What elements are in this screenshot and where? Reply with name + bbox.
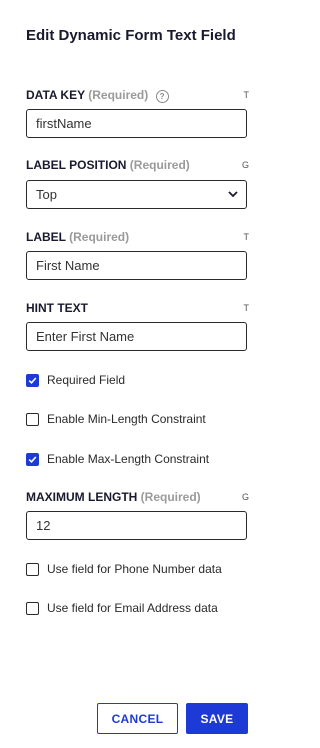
type-tag: T <box>243 232 250 242</box>
required-marker: (Required) <box>140 490 201 504</box>
max-length-checkbox[interactable]: Enable Max-Length Constraint <box>26 451 209 467</box>
required-marker: (Required) <box>69 230 130 244</box>
data-key-label: DATA KEY (Required) ? <box>26 87 169 103</box>
chevron-down-icon <box>228 191 238 198</box>
cancel-button[interactable]: CANCEL <box>97 703 178 734</box>
checkbox-checked-icon[interactable] <box>26 452 39 466</box>
label-position-label: LABEL POSITION (Required) <box>26 157 190 173</box>
checkbox-label: Required Field <box>47 373 126 387</box>
checkbox-unchecked-icon[interactable] <box>26 601 39 615</box>
checkbox-unchecked-icon[interactable] <box>26 562 39 576</box>
required-field-checkbox[interactable]: Required Field <box>26 372 125 388</box>
checkbox-label: Use field for Phone Number data <box>47 562 222 576</box>
type-tag: T <box>243 303 250 313</box>
label-label: LABEL (Required) <box>26 229 129 245</box>
checkbox-unchecked-icon[interactable] <box>26 412 39 426</box>
min-length-checkbox[interactable]: Enable Min-Length Constraint <box>26 411 206 427</box>
maximum-length-input[interactable] <box>26 511 247 540</box>
type-tag: G <box>241 492 249 502</box>
maximum-length-label: MAXIMUM LENGTH (Required) <box>26 489 201 505</box>
type-tag: T <box>243 90 250 100</box>
checkbox-label: Use field for Email Address data <box>47 601 218 615</box>
hint-text-label: HINT TEXT <box>26 300 88 316</box>
maximum-length-label-text: MAXIMUM LENGTH <box>26 490 138 504</box>
data-key-input[interactable] <box>26 109 247 138</box>
label-position-label-text: LABEL POSITION <box>26 158 127 172</box>
checkbox-label: Enable Max-Length Constraint <box>47 452 210 466</box>
label-position-select[interactable]: Top <box>26 180 247 209</box>
required-marker: (Required) <box>129 158 190 172</box>
help-icon[interactable]: ? <box>155 90 169 103</box>
phone-number-checkbox[interactable]: Use field for Phone Number data <box>26 561 222 577</box>
edit-field-panel: Edit Dynamic Form Text Field DATA KEY (R… <box>0 0 277 748</box>
checkbox-label: Enable Min-Length Constraint <box>47 412 206 426</box>
save-button[interactable]: SAVE <box>186 703 248 734</box>
panel-title: Edit Dynamic Form Text Field <box>26 27 236 44</box>
required-marker: (Required) <box>88 88 149 102</box>
data-key-label-text: DATA KEY <box>26 88 85 102</box>
hint-text-label-text: HINT TEXT <box>26 301 88 315</box>
label-label-text: LABEL <box>26 230 66 244</box>
label-input[interactable] <box>26 251 247 280</box>
type-tag: G <box>241 160 249 170</box>
hint-text-input[interactable] <box>26 322 247 351</box>
checkbox-checked-icon[interactable] <box>26 373 39 387</box>
email-address-checkbox[interactable]: Use field for Email Address data <box>26 600 218 616</box>
label-position-value: Top <box>36 187 57 202</box>
